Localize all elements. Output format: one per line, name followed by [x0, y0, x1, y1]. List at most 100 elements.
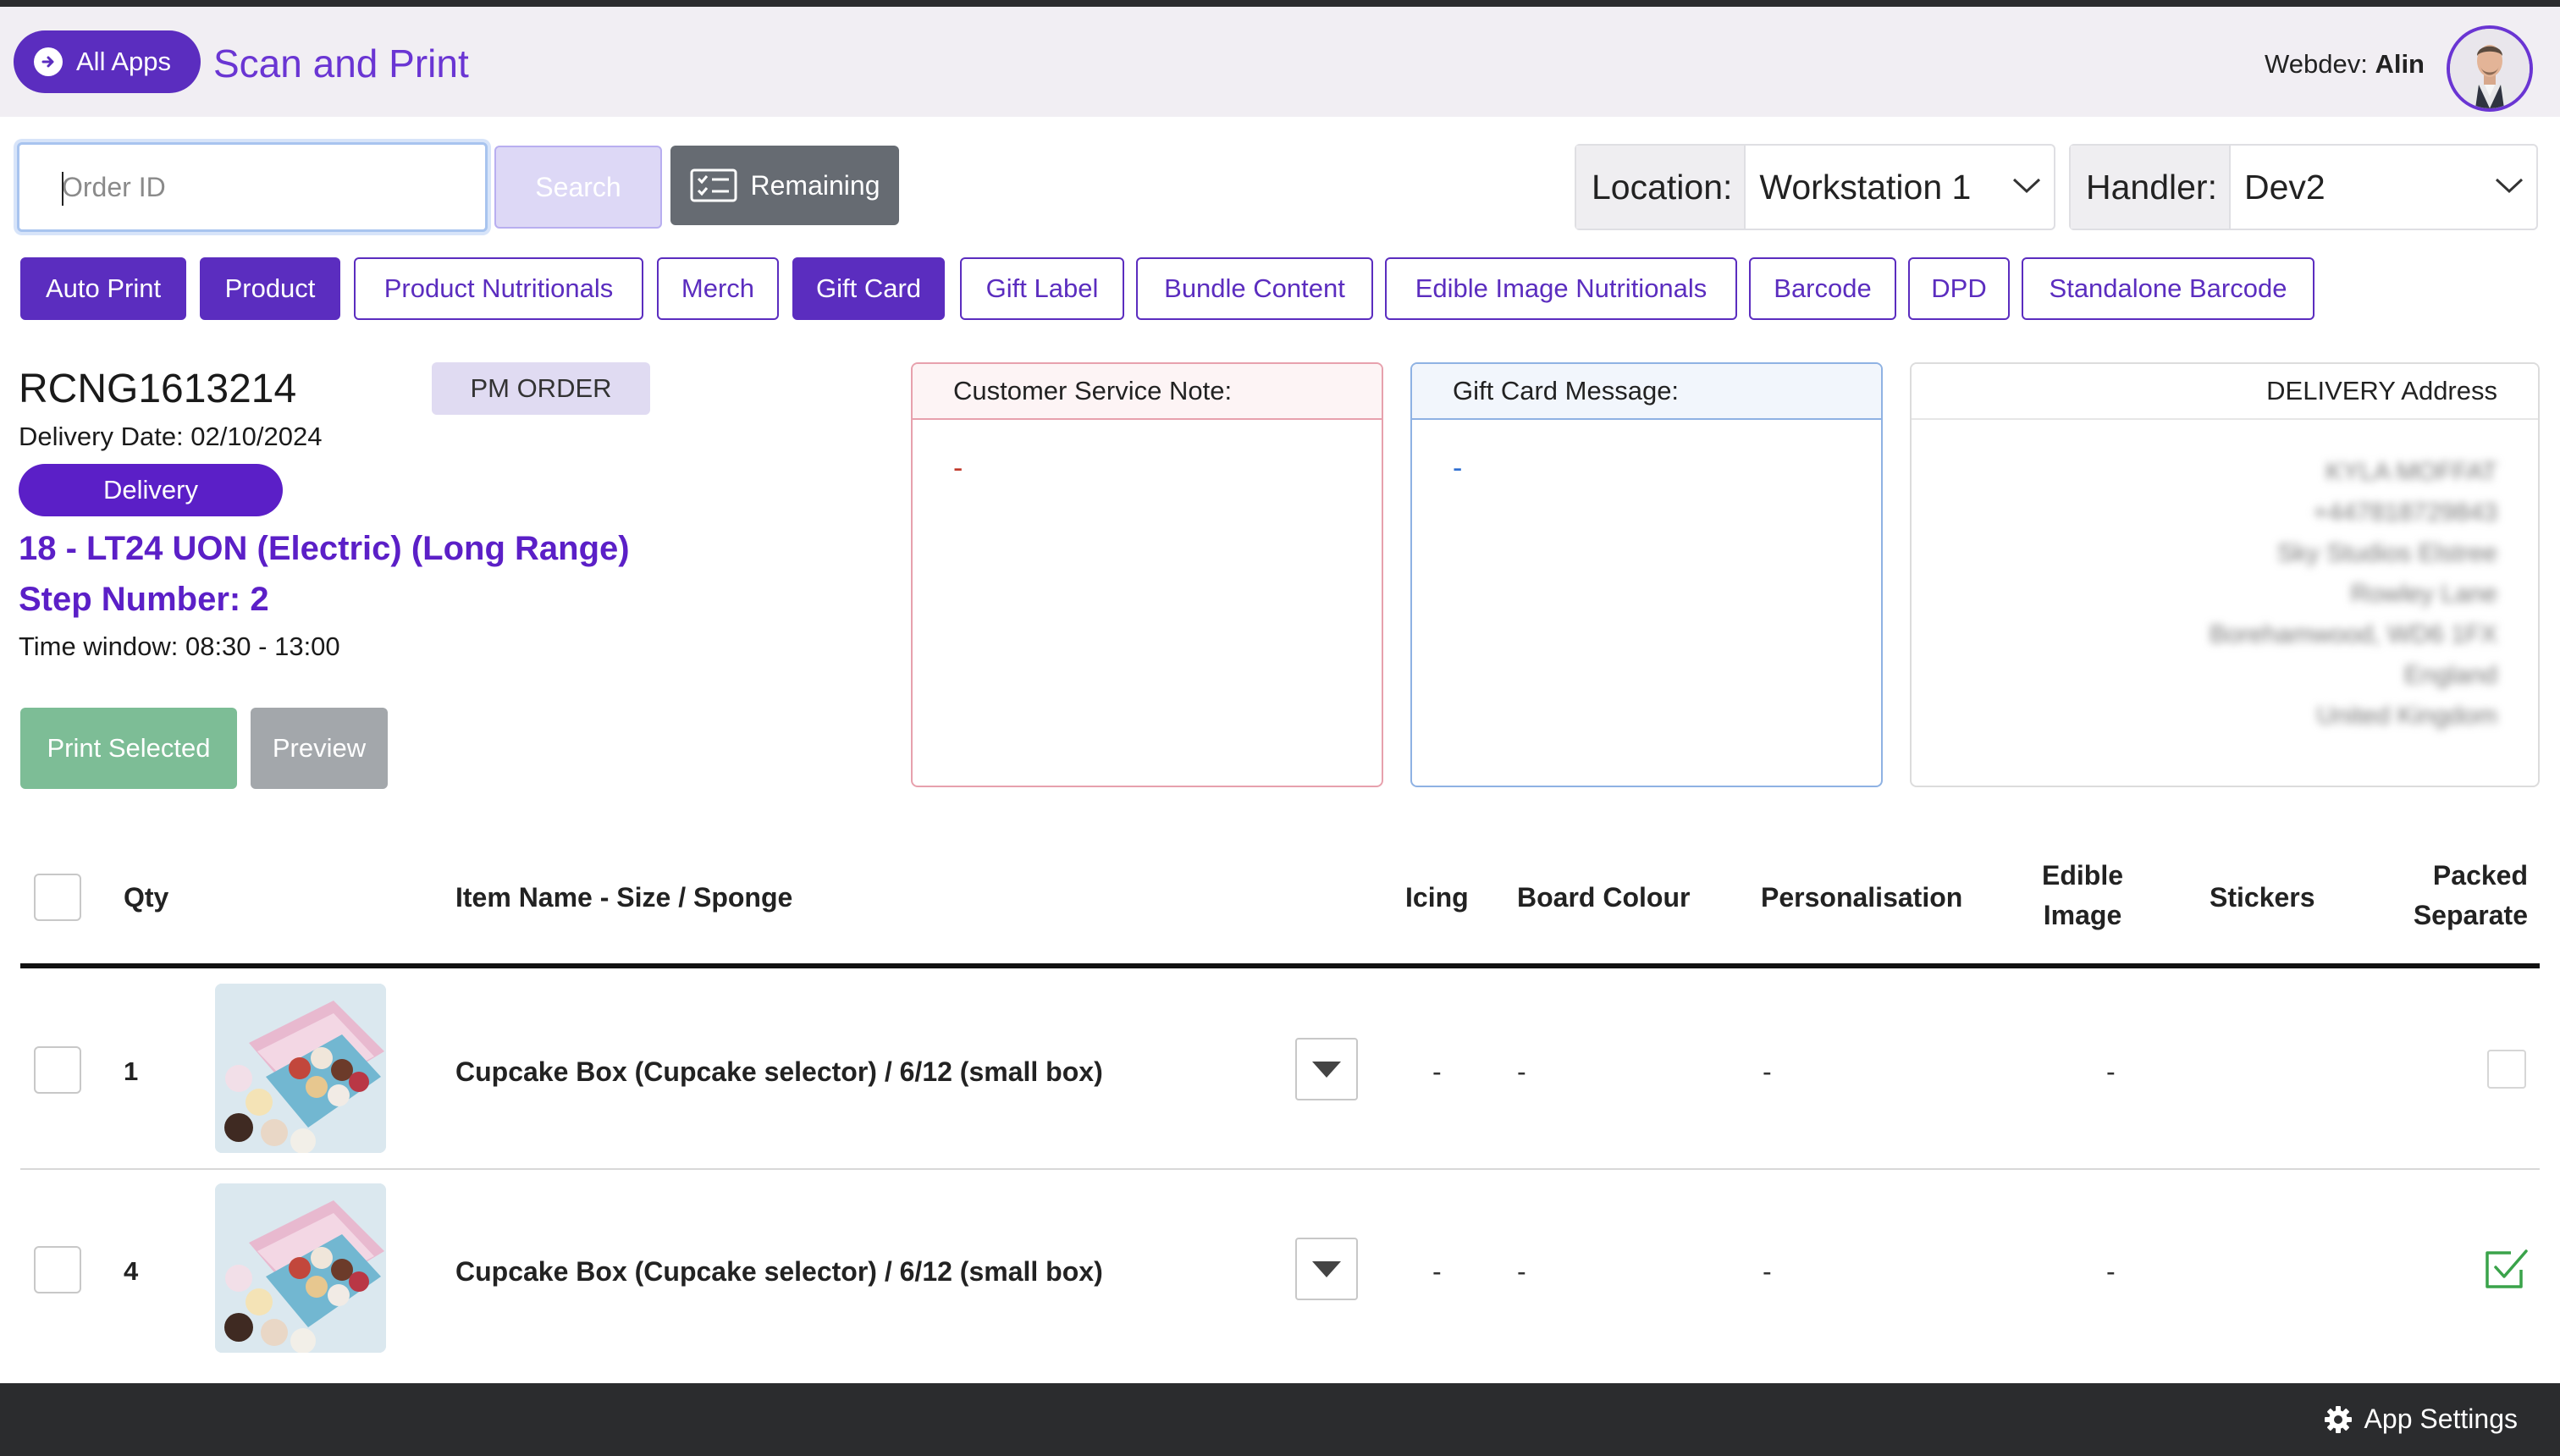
row-board-colour: -	[1517, 1056, 1526, 1087]
toggle-product[interactable]: Product	[200, 257, 340, 320]
remaining-label: Remaining	[750, 169, 880, 201]
table-header-divider	[20, 963, 2540, 968]
row-checkbox[interactable]	[34, 1046, 81, 1094]
row-checkbox[interactable]	[34, 1246, 81, 1293]
toggle-dpd[interactable]: DPD	[1908, 257, 2010, 320]
packed-separate-checkbox[interactable]	[2487, 1050, 2526, 1089]
chevron-down-icon	[2495, 178, 2524, 194]
gift-card-message-card: Gift Card Message: -	[1410, 362, 1883, 787]
toggle-gift-card[interactable]: Gift Card	[792, 257, 945, 320]
route-title: 18 - LT24 UON (Electric) (Long Range)	[19, 530, 630, 567]
select-all-checkbox[interactable]	[34, 874, 81, 921]
app-header: All Apps Scan and Print Webdev: Alin	[0, 7, 2560, 117]
column-header-personalisation[interactable]: Personalisation	[1761, 882, 1962, 913]
order-id-placeholder: Order ID	[62, 171, 166, 202]
caret-down-icon	[1312, 1261, 1341, 1277]
column-header-edible-line1: Edible	[2041, 860, 2123, 891]
user-prefix: Webdev:	[2265, 49, 2368, 79]
column-header-edible-image[interactable]: Edible Image	[2015, 860, 2150, 931]
row-personalisation: -	[1763, 1056, 1772, 1087]
row-icing: -	[1432, 1256, 1442, 1287]
print-selected-button[interactable]: Print Selected	[20, 708, 237, 789]
text-caret	[62, 172, 63, 206]
row-board-colour: -	[1517, 1256, 1526, 1287]
remaining-button[interactable]: Remaining	[670, 146, 899, 225]
location-label: Location:	[1576, 146, 1746, 229]
row-icing: -	[1432, 1056, 1442, 1087]
toggle-gift-label[interactable]: Gift Label	[960, 257, 1124, 320]
customer-service-note-value: -	[953, 452, 963, 484]
toggle-bundle-content[interactable]: Bundle Content	[1136, 257, 1373, 320]
top-border	[0, 0, 2560, 7]
customer-service-note-title: Customer Service Note:	[913, 364, 1382, 420]
user-name: Alin	[2375, 49, 2425, 79]
caret-down-icon	[1312, 1062, 1341, 1078]
row-expand-button[interactable]	[1295, 1238, 1358, 1300]
app-title: Scan and Print	[213, 41, 469, 85]
check-square-icon	[2486, 1249, 2528, 1288]
step-number: Step Number: 2	[19, 581, 269, 618]
time-window: Time window: 08:30 - 13:00	[19, 631, 340, 661]
app-settings-button[interactable]: App Settings	[2324, 1404, 2518, 1435]
all-apps-label: All Apps	[76, 47, 172, 76]
user-avatar[interactable]	[2447, 25, 2533, 112]
arrow-right-circle-icon	[34, 47, 63, 76]
row-qty: 4	[124, 1256, 139, 1286]
order-id: RCNG1613214	[19, 367, 297, 411]
address-line: Borehamwood, WD6 1FX	[2209, 620, 2497, 648]
address-line: Sky Studios Elstree	[2276, 539, 2497, 567]
list-card-icon	[690, 168, 737, 202]
gear-icon	[2324, 1405, 2352, 1433]
column-header-edible-line2: Image	[2043, 900, 2122, 930]
order-id-input[interactable]: Order ID	[17, 142, 488, 232]
handler-label: Handler:	[2071, 146, 2231, 229]
column-header-stickers[interactable]: Stickers	[2210, 882, 2315, 913]
delivery-address-title: DELIVERY Address	[1912, 364, 2538, 420]
search-button[interactable]: Search	[494, 146, 662, 229]
handler-select[interactable]: Handler: Dev2	[2069, 144, 2538, 230]
column-header-item-name[interactable]: Item Name - Size / Sponge	[455, 882, 792, 913]
column-header-qty[interactable]: Qty	[124, 882, 168, 913]
toggle-auto-print[interactable]: Auto Print	[20, 257, 186, 320]
row-edible-image: -	[2106, 1256, 2116, 1287]
location-select[interactable]: Location: Workstation 1	[1575, 144, 2055, 230]
column-header-board-colour[interactable]: Board Colour	[1517, 882, 1690, 913]
app-footer: App Settings	[0, 1383, 2560, 1456]
user-info: Webdev: Alin	[2265, 49, 2425, 80]
toggle-barcode[interactable]: Barcode	[1749, 257, 1896, 320]
toggle-edible-image-nutritionals[interactable]: Edible Image Nutritionals	[1385, 257, 1737, 320]
row-divider	[20, 1168, 2540, 1170]
address-line: Rowley Lane	[2350, 580, 2497, 608]
product-thumbnail	[215, 984, 386, 1153]
handler-value: Dev2	[2243, 167, 2326, 207]
packed-separate-checked[interactable]	[2482, 1244, 2530, 1292]
column-header-packed-separate[interactable]: Packed Separate	[2353, 860, 2528, 931]
toggle-standalone-barcode[interactable]: Standalone Barcode	[2022, 257, 2314, 320]
delivery-address-lines: KYLA MOFFAT +447818729843 Sky Studios El…	[1912, 420, 2538, 736]
row-item-name: Cupcake Box (Cupcake selector) / 6/12 (s…	[455, 1056, 1103, 1087]
address-line: England	[2403, 661, 2497, 689]
toggle-merch[interactable]: Merch	[657, 257, 779, 320]
app-settings-label: App Settings	[2364, 1404, 2518, 1434]
column-header-icing[interactable]: Icing	[1405, 882, 1469, 913]
address-line: +447818729843	[2313, 499, 2497, 527]
product-thumbnail	[215, 1183, 386, 1353]
column-header-packed-line2: Separate	[2413, 900, 2528, 930]
customer-service-note-card: Customer Service Note: -	[911, 362, 1383, 787]
row-personalisation: -	[1763, 1256, 1772, 1287]
chevron-down-icon	[2012, 178, 2041, 194]
all-apps-button[interactable]: All Apps	[14, 30, 201, 93]
order-type-badge: PM ORDER	[432, 362, 650, 415]
delivery-address-card: DELIVERY Address KYLA MOFFAT +4478187298…	[1910, 362, 2540, 787]
row-edible-image: -	[2106, 1056, 2116, 1087]
delivery-date: Delivery Date: 02/10/2024	[19, 422, 323, 451]
column-header-packed-line1: Packed	[2432, 860, 2528, 891]
row-item-name: Cupcake Box (Cupcake selector) / 6/12 (s…	[455, 1256, 1103, 1287]
preview-button[interactable]: Preview	[251, 708, 388, 789]
row-qty: 1	[124, 1056, 139, 1086]
gift-card-message-title: Gift Card Message:	[1412, 364, 1881, 420]
toggle-product-nutritionals[interactable]: Product Nutritionals	[354, 257, 643, 320]
gift-card-message-value: -	[1453, 452, 1463, 484]
delivery-type-badge: Delivery	[19, 464, 283, 516]
row-expand-button[interactable]	[1295, 1038, 1358, 1100]
